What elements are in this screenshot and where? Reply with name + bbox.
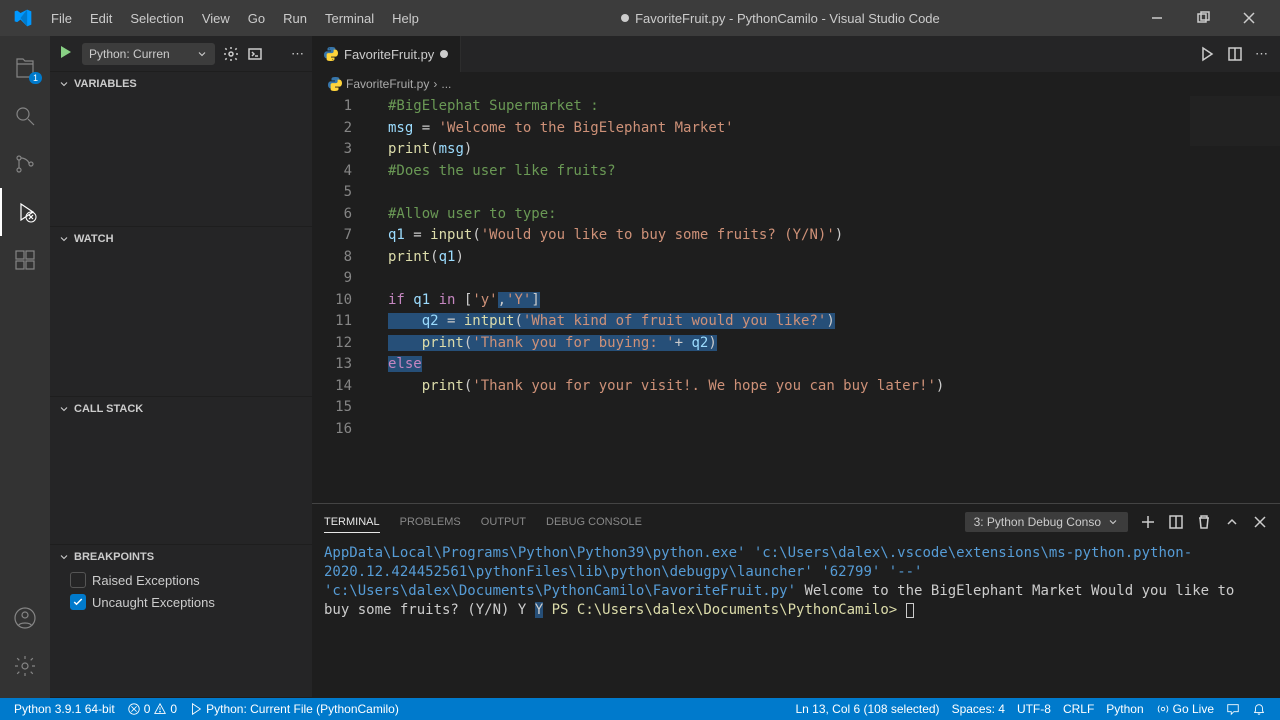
status-encoding[interactable]: UTF-8 — [1011, 702, 1057, 716]
status-python-version[interactable]: Python 3.9.1 64-bit — [8, 702, 121, 716]
modified-dot-icon — [621, 14, 629, 22]
chevron-down-icon — [196, 48, 208, 60]
debug-sidebar: Python: Curren ⋯ VARIABLES WATCH CALL ST… — [50, 36, 312, 698]
terminal-output[interactable]: AppData\Local\Programs\Python\Python39\p… — [312, 540, 1280, 698]
breakpoint-raised[interactable]: Raised Exceptions — [50, 569, 312, 591]
chevron-down-icon — [58, 233, 70, 245]
trash-icon[interactable] — [1196, 514, 1212, 530]
menu-file[interactable]: File — [43, 7, 80, 30]
breakpoints-section: BREAKPOINTS Raised Exceptions Uncaught E… — [50, 545, 312, 698]
python-file-icon — [324, 47, 338, 61]
status-debug-config[interactable]: Python: Current File (PythonCamilo) — [183, 702, 405, 716]
explorer-badge: 1 — [29, 72, 42, 84]
terminal-panel: TERMINAL PROBLEMS OUTPUT DEBUG CONSOLE 3… — [312, 503, 1280, 698]
split-terminal-icon[interactable] — [1168, 514, 1184, 530]
gear-icon[interactable] — [223, 46, 239, 62]
activity-search[interactable] — [0, 92, 50, 140]
status-golive[interactable]: Go Live — [1150, 702, 1220, 716]
activity-explorer[interactable]: 1 — [0, 44, 50, 92]
checkbox[interactable] — [70, 572, 86, 588]
run-icon[interactable] — [1199, 46, 1215, 62]
breakpoint-uncaught[interactable]: Uncaught Exceptions — [50, 591, 312, 613]
editor-tab[interactable]: FavoriteFruit.py — [312, 36, 461, 72]
tab-bar: FavoriteFruit.py ⋯ — [312, 36, 1280, 72]
status-bell[interactable] — [1246, 702, 1272, 716]
checkbox-checked[interactable] — [70, 594, 86, 610]
title-text: FavoriteFruit.py - PythonCamilo - Visual… — [635, 11, 940, 26]
menu-go[interactable]: Go — [240, 7, 273, 30]
titlebar: File Edit Selection View Go Run Terminal… — [0, 0, 1280, 36]
terminal-tabs: TERMINAL PROBLEMS OUTPUT DEBUG CONSOLE 3… — [312, 504, 1280, 540]
tab-modified-icon — [440, 50, 448, 58]
breakpoint-label: Uncaught Exceptions — [92, 595, 215, 610]
menu-selection[interactable]: Selection — [122, 7, 191, 30]
breakpoint-label: Raised Exceptions — [92, 573, 200, 588]
watch-section: WATCH — [50, 227, 312, 397]
tab-debug-console[interactable]: DEBUG CONSOLE — [546, 512, 642, 532]
chevron-down-icon — [1107, 516, 1119, 528]
activity-bar: 1 — [0, 36, 50, 698]
variables-header[interactable]: VARIABLES — [50, 72, 312, 96]
breakpoints-header[interactable]: BREAKPOINTS — [50, 545, 312, 569]
watch-header[interactable]: WATCH — [50, 227, 312, 251]
vscode-logo-icon — [13, 8, 33, 28]
code-content[interactable]: #BigElephat Supermarket : msg = 'Welcome… — [388, 96, 944, 419]
status-language[interactable]: Python — [1100, 702, 1149, 716]
line-numbers: 12345678910111213141516 — [312, 96, 372, 440]
chevron-down-icon — [58, 403, 70, 415]
minimize-button[interactable] — [1134, 0, 1180, 36]
close-button[interactable] — [1226, 0, 1272, 36]
more-icon[interactable]: ⋯ — [291, 46, 304, 62]
minimap[interactable] — [1190, 96, 1280, 146]
status-spaces[interactable]: Spaces: 4 — [946, 702, 1011, 716]
menu-edit[interactable]: Edit — [82, 7, 120, 30]
code-editor[interactable]: 12345678910111213141516 #BigElephat Supe… — [312, 96, 1280, 503]
variables-section: VARIABLES — [50, 72, 312, 227]
window-title: FavoriteFruit.py - PythonCamilo - Visual… — [427, 11, 1134, 26]
tab-problems[interactable]: PROBLEMS — [400, 512, 461, 532]
chevron-up-icon[interactable] — [1224, 514, 1240, 530]
tab-label: FavoriteFruit.py — [344, 47, 434, 62]
status-problems[interactable]: 0 0 — [121, 702, 183, 716]
debug-toolbar: Python: Curren ⋯ — [50, 36, 312, 72]
activity-settings[interactable] — [0, 642, 50, 690]
editor-area: FavoriteFruit.py ⋯ FavoriteFruit.py › ..… — [312, 36, 1280, 698]
tab-terminal[interactable]: TERMINAL — [324, 512, 380, 533]
terminal-selector[interactable]: 3: Python Debug Conso — [965, 512, 1128, 532]
more-icon[interactable]: ⋯ — [1255, 46, 1268, 62]
menu-run[interactable]: Run — [275, 7, 315, 30]
callstack-section: CALL STACK — [50, 397, 312, 545]
split-editor-icon[interactable] — [1227, 46, 1243, 62]
plus-icon[interactable] — [1140, 514, 1156, 530]
activity-account[interactable] — [0, 594, 50, 642]
close-icon[interactable] — [1252, 514, 1268, 530]
status-bar: Python 3.9.1 64-bit 0 0 Python: Current … — [0, 698, 1280, 720]
chevron-down-icon — [58, 551, 70, 563]
breadcrumb[interactable]: FavoriteFruit.py › ... — [312, 72, 1280, 96]
status-feedback[interactable] — [1220, 702, 1246, 716]
menu-terminal[interactable]: Terminal — [317, 7, 382, 30]
status-cursor[interactable]: Ln 13, Col 6 (108 selected) — [789, 702, 945, 716]
menu-bar: File Edit Selection View Go Run Terminal… — [43, 7, 427, 30]
activity-extensions[interactable] — [0, 236, 50, 284]
window-controls — [1134, 0, 1272, 36]
activity-scm[interactable] — [0, 140, 50, 188]
callstack-header[interactable]: CALL STACK — [50, 397, 312, 421]
activity-debug[interactable] — [0, 188, 50, 236]
debug-config-dropdown[interactable]: Python: Curren — [82, 43, 215, 65]
debug-console-icon[interactable] — [247, 46, 263, 62]
status-eol[interactable]: CRLF — [1057, 702, 1100, 716]
menu-help[interactable]: Help — [384, 7, 427, 30]
chevron-down-icon — [58, 78, 70, 90]
start-debug-button[interactable] — [58, 44, 74, 63]
menu-view[interactable]: View — [194, 7, 238, 30]
tab-output[interactable]: OUTPUT — [481, 512, 526, 532]
python-file-icon — [328, 77, 342, 91]
maximize-button[interactable] — [1180, 0, 1226, 36]
